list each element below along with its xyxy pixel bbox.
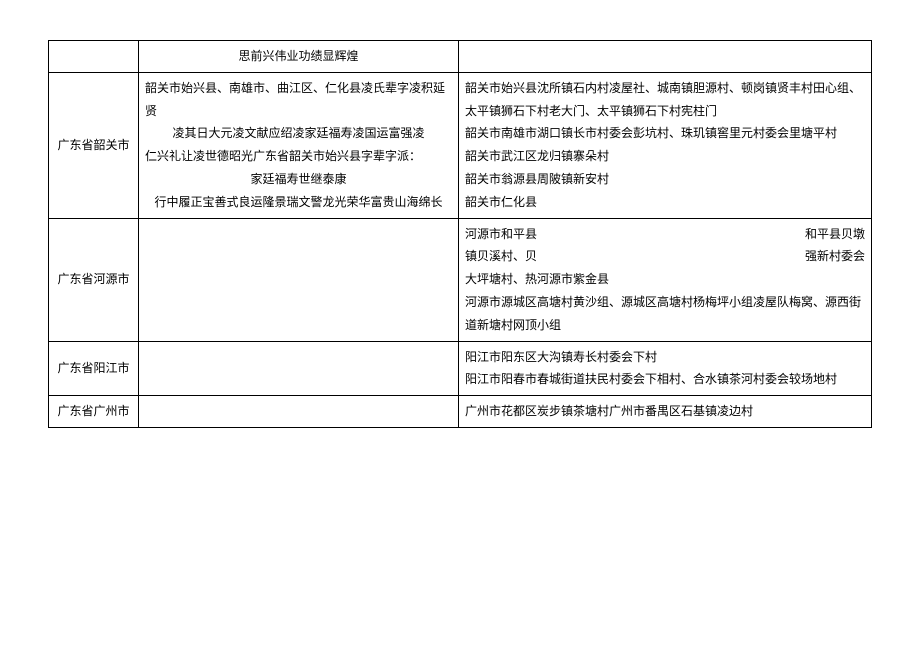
right-line: 大坪塘村、热河源市紫金县 [465, 268, 865, 291]
table-row: 广东省韶关市 韶关市始兴县、南雄市、曲江区、仁化县凌氏辈字凌积延贤 凌其日大元凌… [49, 72, 872, 218]
right-line: 韶关市南雄市湖口镇长市村委会彭坑村、珠玑镇窖里元村委会里塘平村 [465, 122, 865, 145]
right-line: 韶关市仁化县 [465, 191, 865, 214]
right-line: 阳江市阳东区大沟镇寿长村委会下村 [465, 346, 865, 369]
cell-right-shaoguan: 韶关市始兴县沈所镇石内村凌屋社、城南镇胆源村、顿岗镇贤丰村田心组、太平镇狮石下村… [459, 72, 872, 218]
cell-region-shaoguan: 广东省韶关市 [49, 72, 139, 218]
cell-right-yangjiang: 阳江市阳东区大沟镇寿长村委会下村 阳江市阳春市春城街道扶民村委会下相村、合水镇茶… [459, 341, 872, 396]
right-line: 韶关市武江区龙归镇寨朵村 [465, 145, 865, 168]
right-line: 韶关市翁源县周陂镇新安村 [465, 168, 865, 191]
cell-region-heyuan: 广东省河源市 [49, 218, 139, 341]
table-row: 广东省河源市 河源市和平县 和平县贝墩 镇贝溪村、贝 强新村委会 大坪塘村、热河… [49, 218, 872, 341]
mid-line: 仁兴礼让凌世德昭光广东省韶关市始兴县字辈字派： [145, 145, 452, 168]
cell-right-guangzhou: 广州市花都区炭步镇茶塘村广州市番禺区石基镇凌边村 [459, 396, 872, 428]
cell-region-yangjiang: 广东省阳江市 [49, 341, 139, 396]
cell-mid-yangjiang [139, 341, 459, 396]
right-frag: 镇贝溪村、贝 [465, 245, 537, 268]
cell-right-blank [459, 41, 872, 73]
cell-mid-heyuan [139, 218, 459, 341]
cell-mid-shaoguan: 韶关市始兴县、南雄市、曲江区、仁化县凌氏辈字凌积延贤 凌其日大元凌文献应绍凌家廷… [139, 72, 459, 218]
mid-line: 韶关市始兴县、南雄市、曲江区、仁化县凌氏辈字凌积延贤 [145, 77, 452, 123]
table-row: 广东省广州市 广州市花都区炭步镇茶塘村广州市番禺区石基镇凌边村 [49, 396, 872, 428]
right-line: 河源市源城区高塘村黄沙组、源城区高塘村杨梅坪小组凌屋队梅窝、源西街道新塘村网顶小… [465, 291, 865, 337]
cell-region-guangzhou: 广东省广州市 [49, 396, 139, 428]
genealogy-table: 思前兴伟业功绩显辉煌 广东省韶关市 韶关市始兴县、南雄市、曲江区、仁化县凌氏辈字… [48, 40, 872, 428]
right-frag: 河源市和平县 [465, 223, 537, 246]
right-frag: 强新村委会 [805, 245, 865, 268]
cell-region-blank [49, 41, 139, 73]
right-line: 阳江市阳春市春城街道扶民村委会下相村、合水镇茶河村委会较场地村 [465, 368, 865, 391]
table-row: 广东省阳江市 阳江市阳东区大沟镇寿长村委会下村 阳江市阳春市春城街道扶民村委会下… [49, 341, 872, 396]
table-row: 思前兴伟业功绩显辉煌 [49, 41, 872, 73]
mid-line: 家廷福寿世继泰康 [145, 168, 452, 191]
cell-right-heyuan: 河源市和平县 和平县贝墩 镇贝溪村、贝 强新村委会 大坪塘村、热河源市紫金县 河… [459, 218, 872, 341]
cell-mid-heading: 思前兴伟业功绩显辉煌 [139, 41, 459, 73]
cell-mid-guangzhou [139, 396, 459, 428]
mid-line: 凌其日大元凌文献应绍凌家廷福寿凌国运富强凌 [145, 122, 452, 145]
mid-line: 行中履正宝善式良运隆景瑞文警龙光荣华富贵山海绵长 [145, 191, 452, 214]
right-frag: 和平县贝墩 [805, 223, 865, 246]
right-line: 韶关市始兴县沈所镇石内村凌屋社、城南镇胆源村、顿岗镇贤丰村田心组、太平镇狮石下村… [465, 77, 865, 123]
